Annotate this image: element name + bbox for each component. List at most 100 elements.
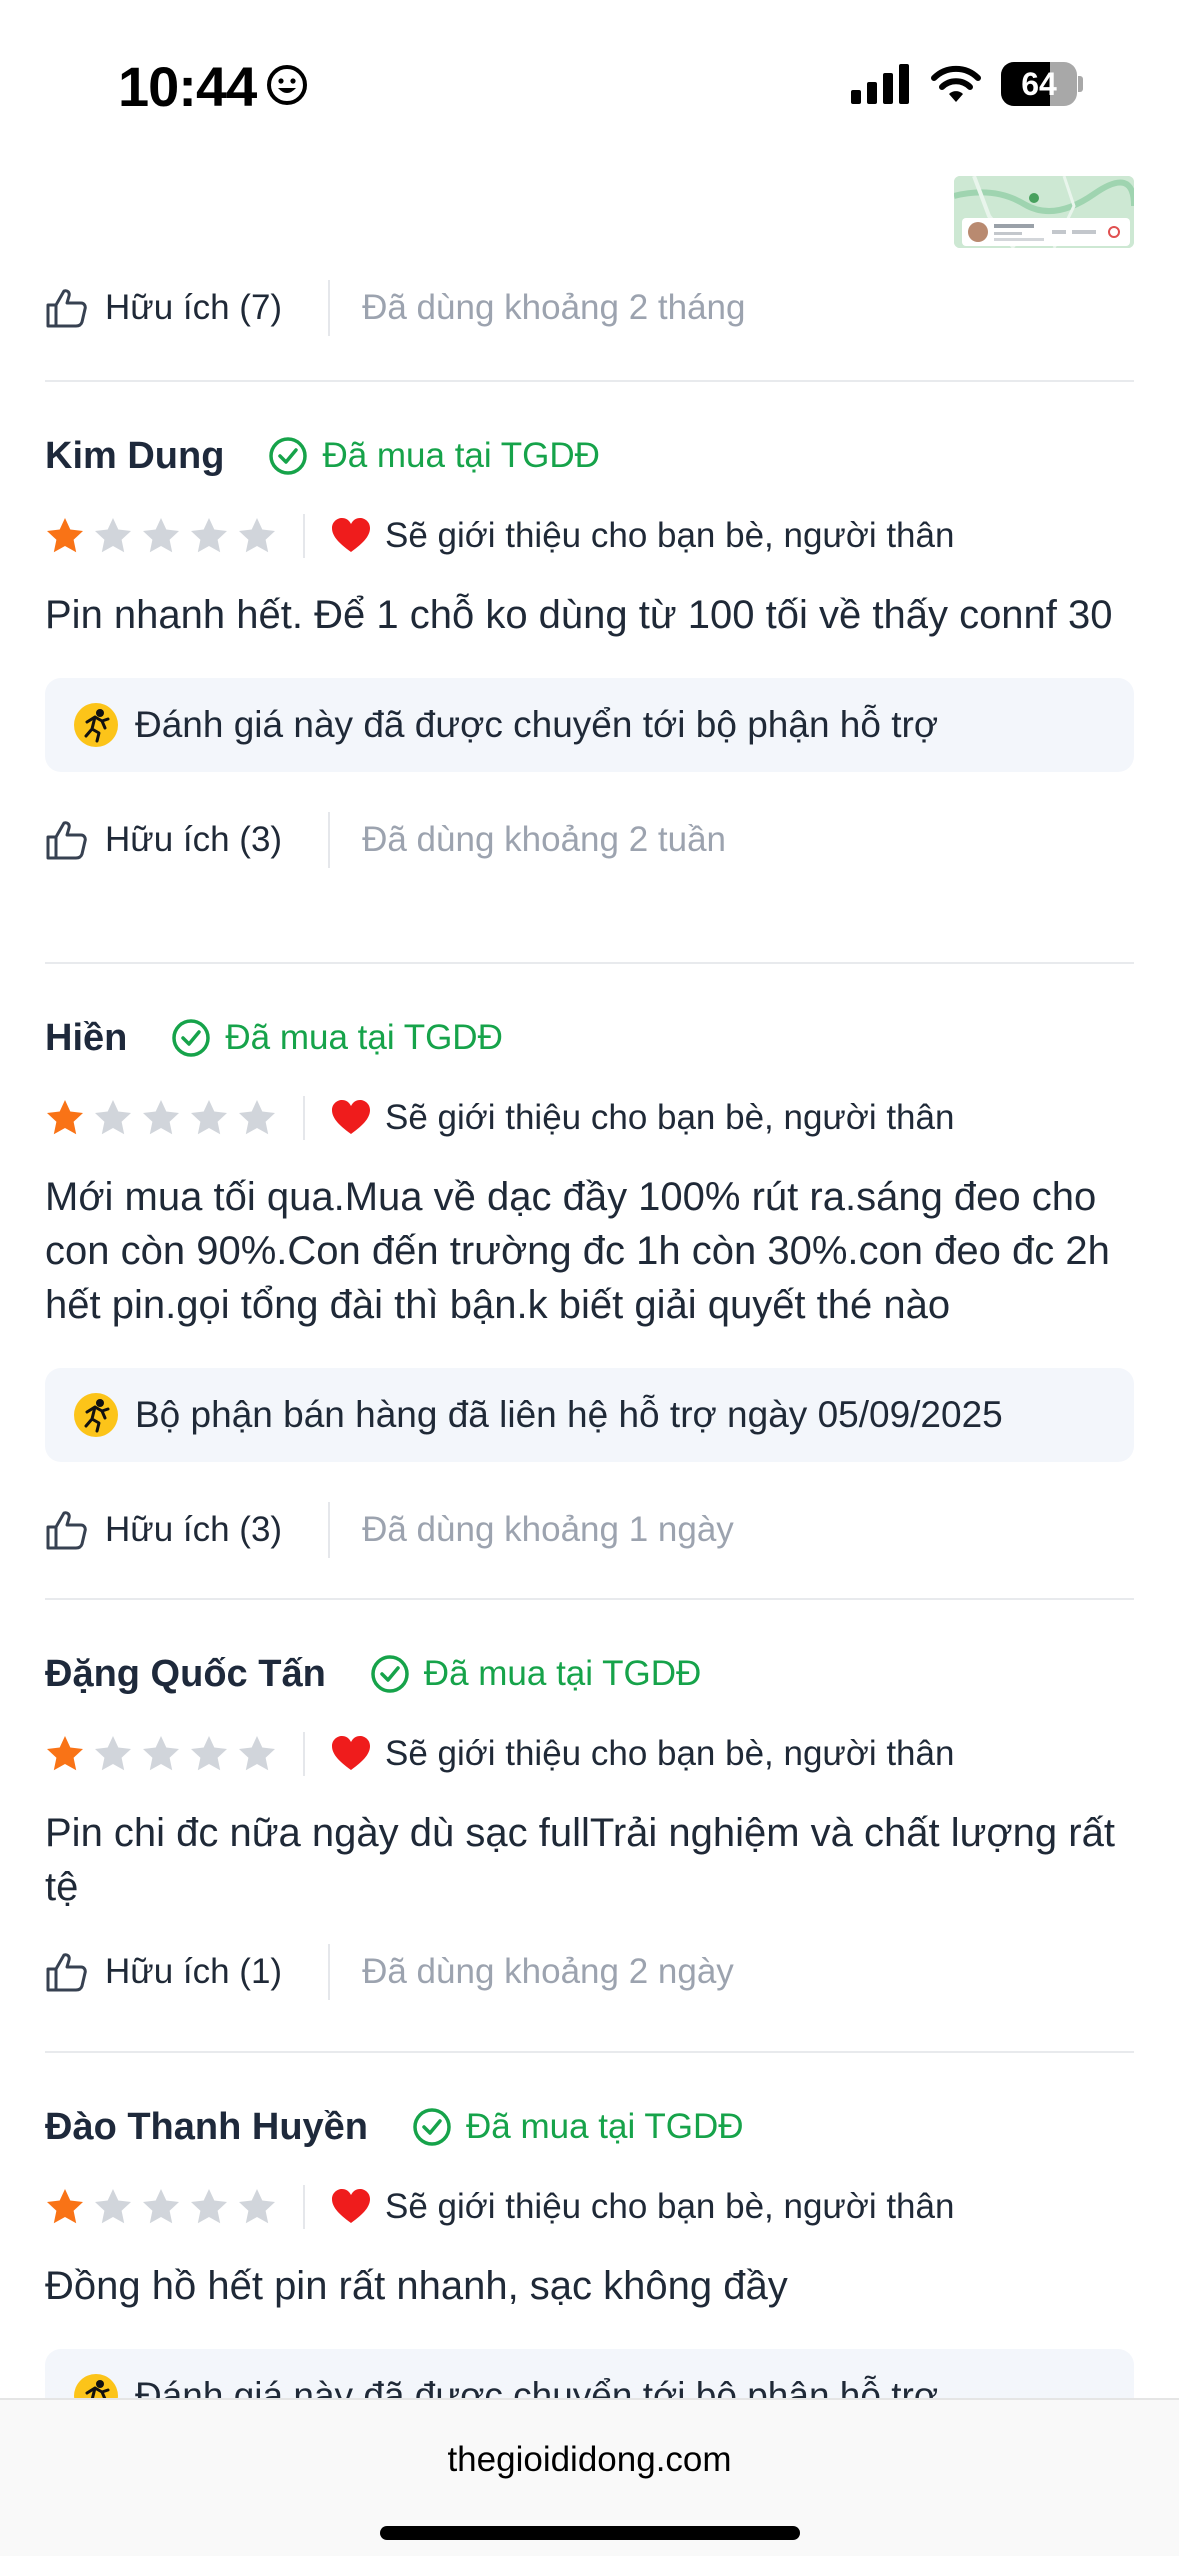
divider	[303, 2185, 305, 2229]
star-filled-icon	[47, 1100, 83, 1135]
star-empty-icon	[95, 1736, 131, 1771]
verified-purchase-badge: Đã mua tại TGDĐ	[412, 2107, 744, 2147]
verified-label: Đã mua tại TGDĐ	[423, 1654, 702, 1693]
thumbs-up-icon[interactable]	[45, 819, 87, 861]
divider	[328, 1502, 331, 1558]
support-notice: Đánh giá này đã được chuyển tới bộ phận …	[45, 678, 1134, 772]
verified-purchase-badge: Đã mua tại TGDĐ	[370, 1654, 702, 1694]
review-divider	[45, 962, 1134, 964]
heart-icon	[332, 518, 370, 552]
verified-purchase-badge: Đã mua tại TGDĐ	[171, 1018, 503, 1058]
reviewer-name: Kim Dung	[45, 434, 225, 477]
review-item: Đặng Quốc Tấn Đã mua tại TGDĐ Sẽ giới th…	[45, 1644, 1134, 2002]
heart-icon	[332, 1736, 370, 1770]
divider	[328, 812, 331, 868]
star-empty-icon	[95, 518, 131, 553]
divider	[328, 1944, 331, 2000]
rating-row: Sẽ giới thiệu cho bạn bè, người thân	[45, 1088, 1134, 1148]
divider	[328, 280, 331, 336]
review-header: Đặng Quốc Tấn Đã mua tại TGDĐ	[45, 1644, 1134, 1704]
review-header: Hiền Đã mua tại TGDĐ	[45, 1008, 1134, 1068]
star-empty-icon	[143, 518, 179, 553]
review-item: Hiền Đã mua tại TGDĐ Sẽ giới thiệu cho b…	[45, 1008, 1134, 1560]
support-runner-icon	[74, 1393, 118, 1437]
home-indicator[interactable]	[380, 2526, 800, 2540]
thumbs-up-icon[interactable]	[45, 1951, 87, 1993]
star-empty-icon	[191, 518, 227, 553]
check-circle-icon	[172, 1019, 211, 1057]
reviewer-name: Đào Thanh Huyền	[45, 2105, 369, 2148]
rating-row: Sẽ giới thiệu cho bạn bè, người thân	[45, 1724, 1134, 1784]
review-actions: Hữu ích (3) Đã dùng khoảng 1 ngày	[45, 1500, 1134, 1560]
check-circle-icon	[371, 1655, 409, 1693]
verified-label: Đã mua tại TGDĐ	[225, 1018, 503, 1057]
status-bar: 10:44 64	[0, 0, 1179, 160]
battery-level-text: 64	[1021, 66, 1057, 102]
reviewer-name: Hiền	[45, 1016, 128, 1059]
usage-duration: Đã dùng khoảng 2 tháng	[362, 288, 746, 327]
recommend-label: Sẽ giới thiệu cho bạn bè, người thân	[385, 2187, 955, 2226]
check-circle-icon	[269, 437, 308, 475]
divider	[303, 1732, 305, 1776]
helpful-button[interactable]: Hữu ích (3)	[105, 1510, 282, 1550]
heart-icon	[332, 2189, 370, 2223]
notice-text: Đánh giá này đã được chuyển tới bộ phận …	[135, 704, 939, 745]
star-rating	[45, 2187, 277, 2227]
review-text: Đồng hồ hết pin rất nhanh, sạc không đầy	[45, 2264, 788, 2308]
rating-row: Sẽ giới thiệu cho bạn bè, người thân	[45, 2177, 1134, 2237]
star-empty-icon	[239, 518, 275, 553]
smiley-face-icon	[267, 65, 307, 105]
review-text: Pin nhanh hết. Để 1 chỗ ko dùng từ 100 t…	[45, 593, 1113, 637]
rating-row: Sẽ giới thiệu cho bạn bè, người thân	[45, 506, 1134, 566]
support-notice: Bộ phận bán hàng đã liên hệ hỗ trợ ngày …	[45, 1368, 1134, 1462]
review-divider	[45, 2051, 1134, 2053]
star-empty-icon	[143, 1736, 179, 1771]
review-actions: Hữu ích (3) Đã dùng khoảng 2 tuần	[45, 810, 1134, 870]
verified-purchase-badge: Đã mua tại TGDĐ	[268, 436, 600, 476]
status-indicators: 64	[851, 62, 1083, 106]
star-empty-icon	[191, 1736, 227, 1771]
star-empty-icon	[143, 1100, 179, 1135]
star-empty-icon	[239, 1100, 275, 1135]
helpful-button[interactable]: Hữu ích (1)	[105, 1952, 282, 1992]
divider	[303, 1096, 305, 1140]
browser-bottom-bar: thegioididong.com	[0, 2398, 1179, 2556]
recommend-label: Sẽ giới thiệu cho bạn bè, người thân	[385, 516, 955, 555]
map-screenshot-thumbnail	[954, 176, 1134, 248]
star-empty-icon	[143, 2189, 179, 2224]
star-filled-icon	[47, 2189, 83, 2224]
star-rating	[45, 1734, 277, 1774]
review-text: Mới mua tối qua.Mua về dạc đầy 100% rút …	[45, 1175, 1110, 1327]
review-item: Đào Thanh Huyền Đã mua tại TGDĐ Sẽ giới …	[45, 2097, 1134, 2443]
review-divider	[45, 380, 1134, 382]
heart-icon	[332, 1100, 370, 1134]
review-divider	[45, 1598, 1134, 1600]
review-attached-image[interactable]	[954, 176, 1134, 248]
star-rating	[45, 1098, 277, 1138]
star-filled-icon	[47, 518, 83, 553]
wifi-icon	[931, 65, 981, 102]
helpful-button[interactable]: Hữu ích (3)	[105, 820, 282, 860]
verified-label: Đã mua tại TGDĐ	[322, 436, 600, 475]
battery-indicator: 64	[1001, 62, 1083, 106]
verified-label: Đã mua tại TGDĐ	[466, 2107, 744, 2146]
thumbs-up-icon[interactable]	[45, 1509, 87, 1551]
star-empty-icon	[239, 1736, 275, 1771]
usage-duration: Đã dùng khoảng 1 ngày	[362, 1510, 734, 1549]
recommend-label: Sẽ giới thiệu cho bạn bè, người thân	[385, 1098, 955, 1137]
status-time: 10:44	[118, 55, 257, 118]
usage-duration: Đã dùng khoảng 2 tuần	[362, 820, 727, 859]
address-bar-url[interactable]: thegioididong.com	[0, 2440, 1179, 2480]
check-circle-icon	[413, 2108, 451, 2146]
thumbs-up-icon[interactable]	[45, 287, 87, 329]
helpful-button[interactable]: Hữu ích (7)	[105, 288, 282, 328]
star-empty-icon	[239, 2189, 275, 2224]
notice-text: Bộ phận bán hàng đã liên hệ hỗ trợ ngày …	[135, 1394, 1003, 1435]
star-filled-icon	[47, 1736, 83, 1771]
prev-review-actions: Hữu ích (7) Đã dùng khoảng 2 tháng	[45, 278, 745, 338]
cellular-signal-icon	[851, 64, 909, 104]
support-runner-icon	[74, 703, 118, 747]
star-rating	[45, 516, 277, 556]
review-text: Pin chi đc nữa ngày dù sạc fullTrải nghi…	[45, 1811, 1115, 1909]
star-empty-icon	[191, 1100, 227, 1135]
